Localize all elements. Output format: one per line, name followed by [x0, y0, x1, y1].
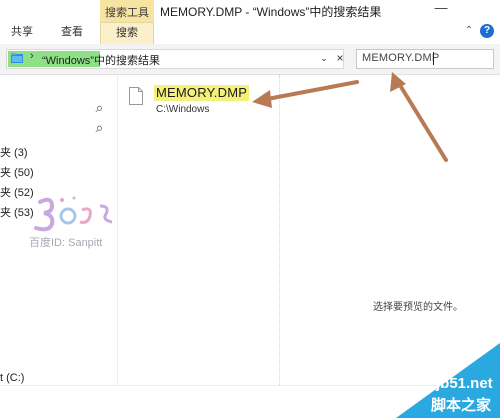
address-separator: ›: [30, 50, 34, 62]
search-folder-icon: [11, 53, 23, 63]
chevron-down-icon[interactable]: ⌄: [317, 50, 331, 66]
arrow-to-search: [396, 80, 448, 162]
arrow-head: [390, 72, 406, 92]
nav-item-drive-c[interactable]: t (C:): [0, 372, 24, 384]
nav-item[interactable]: 夹 (50): [0, 164, 34, 180]
search-tools-label: 搜索工具: [105, 7, 149, 19]
preview-pane-divider[interactable]: [279, 75, 281, 385]
address-path[interactable]: “Windows”中的搜索结果: [42, 52, 160, 68]
nav-item[interactable]: 夹 (3): [0, 144, 28, 160]
search-input-value[interactable]: MEMORY.DMP: [362, 52, 439, 64]
preview-message: 选择要预览的文件。: [373, 302, 463, 313]
arrow-to-result: [260, 80, 359, 102]
text-caret: [433, 52, 434, 65]
tab-share[interactable]: 共享: [4, 22, 40, 44]
ribbon-collapse-icon[interactable]: ⌃: [462, 25, 476, 39]
window-title: MEMORY.DMP - “Windows”中的搜索结果: [160, 5, 382, 19]
tab-search[interactable]: 搜索: [100, 22, 154, 44]
site-logo-domain: jb51.net: [436, 375, 493, 392]
tab-view[interactable]: 查看: [50, 22, 94, 44]
help-icon[interactable]: ?: [480, 24, 494, 38]
watermark-text: 百度ID: Sanpitt: [29, 237, 103, 249]
file-name[interactable]: MEMORY.DMP: [156, 85, 247, 100]
watermark-logo: [34, 196, 113, 232]
file-icon: [129, 87, 143, 105]
minimize-button[interactable]: —: [432, 1, 450, 17]
close-icon[interactable]: ×: [334, 50, 346, 66]
file-path: C:\Windows: [156, 104, 210, 115]
site-logo-name: 脚本之家: [431, 397, 492, 414]
